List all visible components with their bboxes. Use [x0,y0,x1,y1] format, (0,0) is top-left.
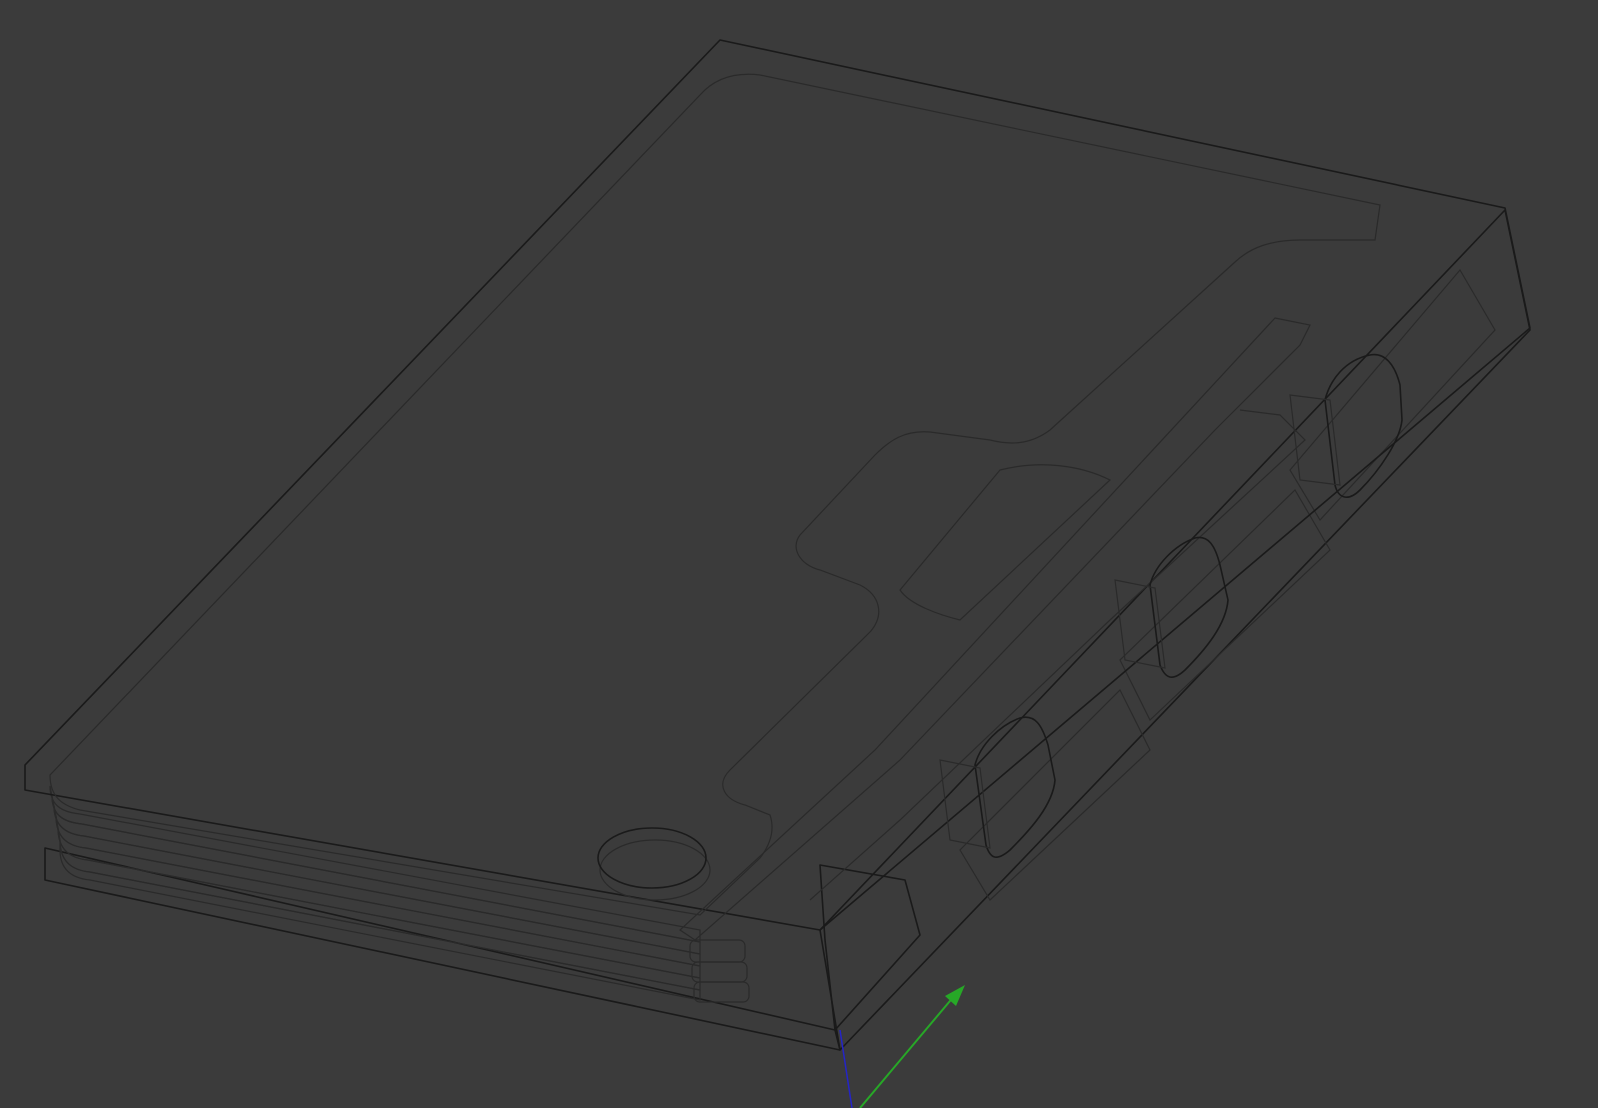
cad-scene[interactable] [0,0,1598,1108]
tan-button-top[interactable] [597,827,707,889]
lid-recess [899,464,1112,621]
transparent-lid-panel[interactable] [24,39,1531,931]
purple-rail-body [679,317,1311,941]
stack-layer-blue [53,805,701,967]
red-key-cap[interactable] [974,716,1056,858]
round-tan-button[interactable] [597,827,711,901]
3d-viewport[interactable] [0,0,1598,1108]
lid-inner-panel [49,73,1381,916]
tan-button-side [599,839,711,901]
stack-layer-mid-blue [55,815,701,979]
rail-edge-line [809,409,1306,901]
stack-layer-cyan [51,795,701,955]
stack-layer-light-cyan [49,785,701,943]
red-cap-pad [939,759,991,849]
cavity-slot-3 [959,688,1151,901]
corner-stubs [689,939,750,1003]
layered-stack-blue[interactable] [49,785,701,1001]
lid-outer-frame [24,39,1531,931]
purple-rail[interactable] [679,317,1311,941]
purple-stub [689,939,746,963]
enclosure-end-wall [819,864,921,1031]
